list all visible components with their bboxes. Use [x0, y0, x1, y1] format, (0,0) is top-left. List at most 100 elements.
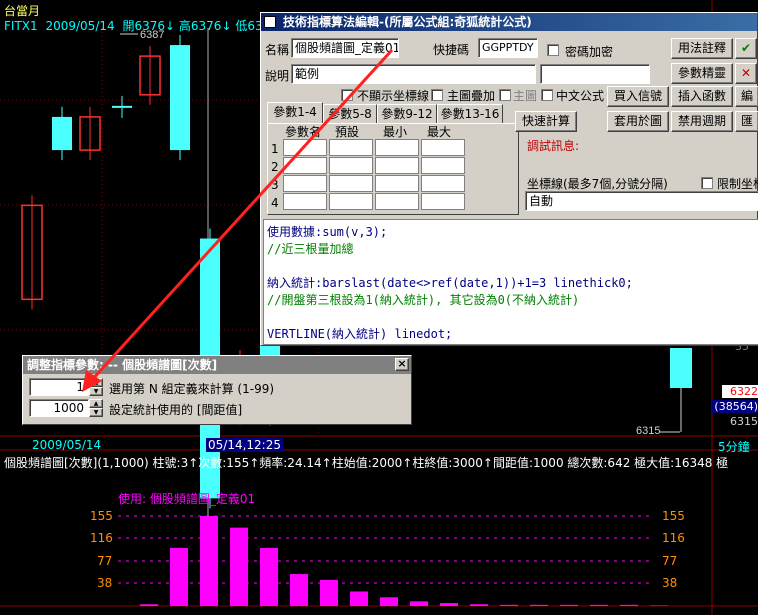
param-header-default: 預設: [335, 125, 360, 139]
spectrum-bar: [440, 603, 458, 606]
param-cell[interactable]: [329, 175, 373, 192]
insert-function-button[interactable]: 插入函數: [671, 86, 733, 107]
spectrum-bar: [290, 574, 308, 606]
main-overlay-checkbox[interactable]: [431, 89, 443, 101]
debug-label: 調試訊息:: [527, 139, 580, 153]
param-cell[interactable]: [329, 139, 373, 156]
cancel-button[interactable]: ✕: [735, 63, 757, 84]
y-tick-left-155: 155: [90, 509, 113, 523]
candle-body: [170, 45, 190, 151]
code-line-1: 使用數據:sum(v,3);: [267, 225, 388, 239]
interval-label[interactable]: 5分鐘: [718, 438, 750, 455]
param-cell[interactable]: [375, 157, 419, 174]
candle-body-right: [670, 348, 692, 388]
import-button[interactable]: 匯入: [735, 111, 758, 132]
param-interval-spin-down[interactable]: ▼: [89, 408, 103, 417]
code-editor[interactable]: 使用數據:sum(v,3); //近三根量加總 納入統計:barslast(da…: [263, 219, 758, 345]
param-cell[interactable]: [283, 175, 327, 192]
indicator-header: 個股頻譜圖[次數](1,1000) 柱號:3↑次數:155↑頻率:24.14↑柱…: [4, 456, 729, 470]
date-cursor: 05/14,12:25: [206, 438, 283, 452]
spectrum-bar: [170, 547, 188, 606]
editor-app-icon: [264, 16, 276, 28]
no-coord-checkbox[interactable]: [341, 89, 353, 101]
name-input[interactable]: 個股頻譜圖_定義01: [291, 38, 399, 58]
adjust-params-dialog: 調整指標參數: -- 個股頻譜圖[次數] × 1 ▲ ▼ 選用第 N 組定義來計…: [22, 355, 412, 425]
no-coord-label: 不顯示坐標線: [357, 89, 430, 103]
param-tabs: 參數1-4 參數5-8 參數9-12 參數13-16: [267, 102, 517, 123]
param-cell[interactable]: [283, 139, 327, 156]
disable-period-button[interactable]: 禁用週期: [671, 111, 733, 132]
row-num-1: 1: [271, 142, 279, 156]
y-tick-right-77: 77: [662, 554, 678, 568]
desc-input[interactable]: 範例: [291, 64, 536, 84]
main-overlay-label: 主圖疊加: [447, 89, 496, 103]
spectrum-bar: [560, 604, 578, 606]
param-cell[interactable]: [329, 157, 373, 174]
param-cell[interactable]: [375, 175, 419, 192]
param-wizard-button[interactable]: 參數精靈: [671, 63, 733, 84]
param-n-spin-down[interactable]: ▼: [89, 387, 103, 396]
candle-body: [112, 105, 132, 108]
param-header-max: 最大: [427, 125, 452, 139]
param-cell[interactable]: [421, 193, 465, 210]
param-cell[interactable]: [421, 139, 465, 156]
main-chart-label: 主圖: [513, 89, 538, 103]
right-price-6315: 6315: [730, 415, 758, 428]
param-cell[interactable]: [329, 193, 373, 210]
desc-input-extra[interactable]: [540, 64, 650, 84]
coord-input[interactable]: 自動: [525, 191, 758, 211]
right-volume: (38564): [712, 400, 758, 413]
param-cell[interactable]: [421, 175, 465, 192]
apply-chart-button[interactable]: 套用於圖: [607, 111, 669, 132]
param-n-spin-up[interactable]: ▲: [89, 378, 103, 387]
param-header-min: 最小: [383, 125, 408, 139]
params-close-button[interactable]: ×: [395, 358, 409, 371]
spectrum-bar: [590, 604, 608, 606]
param-interval-input[interactable]: 1000: [29, 399, 89, 417]
tab-params-5-8[interactable]: 參數5-8: [323, 104, 377, 123]
param-cell[interactable]: [421, 157, 465, 174]
main-chart-checkbox[interactable]: [499, 89, 511, 101]
param-cell[interactable]: [283, 193, 327, 210]
param-interval-spin-up[interactable]: ▲: [89, 399, 103, 408]
chinese-formula-checkbox[interactable]: [541, 89, 553, 101]
tab-params-9-12[interactable]: 參數9-12: [377, 104, 437, 123]
spectrum-bar: [350, 591, 368, 606]
param-cell[interactable]: [375, 193, 419, 210]
price-tag-6387: 6387: [140, 29, 164, 41]
tab-params-1-4[interactable]: 參數1-4: [267, 102, 323, 123]
editor-title: 技術指標算法編輯-(所屬公式組:奇狐統計公式): [283, 15, 532, 29]
params-titlebar[interactable]: 調整指標參數: -- 個股頻譜圖[次數] ×: [23, 356, 411, 374]
password-checkbox[interactable]: [547, 44, 559, 56]
ok-button[interactable]: ✔: [735, 38, 757, 59]
usage-button[interactable]: 用法註釋: [671, 38, 733, 59]
spectrum-bar: [140, 604, 158, 606]
code-line-2: //近三根量加總: [267, 242, 354, 256]
check-icon: ✔: [740, 41, 752, 55]
y-tick-right-116: 116: [662, 531, 685, 545]
shortcut-label: 快捷碼: [433, 43, 470, 57]
shortcut-input[interactable]: GGPPTDY: [478, 38, 538, 58]
close-x-icon: ✕: [740, 66, 752, 80]
name-label: 名稱: [265, 43, 290, 57]
limit-coord-checkbox[interactable]: [701, 177, 713, 189]
quick-calc-button[interactable]: 快速計算: [515, 111, 577, 132]
row-num-3: 3: [271, 178, 279, 192]
param-cell[interactable]: [283, 157, 327, 174]
param-n-input[interactable]: 1: [29, 378, 89, 396]
param-cell[interactable]: [375, 139, 419, 156]
tab-params-13-16[interactable]: 參數13-16: [437, 104, 503, 123]
code-line-5: //開盤第三根設為1(納入統計), 其它設為0(不納入統計): [267, 293, 580, 307]
param-interval-desc: 設定統計使用的 [間距值]: [109, 403, 243, 417]
buy-signal-button[interactable]: 買入信號: [607, 86, 669, 107]
spectrum-bar: [320, 579, 338, 606]
spectrum-bar: [470, 604, 488, 606]
editor-titlebar[interactable]: 技術指標算法編輯-(所屬公式組:奇狐統計公式): [261, 13, 757, 31]
code-line-7: VERTLINE(納入統計) linedot;: [267, 327, 453, 341]
edit-button[interactable]: 編輯: [735, 86, 758, 107]
chinese-formula-label: 中文公式: [556, 89, 605, 103]
indicator-label: 使用: 個股頻譜圖_定義01: [118, 492, 256, 506]
spectrum-bar: [650, 605, 668, 606]
param-n-desc: 選用第 N 組定義來計算 (1-99): [109, 382, 275, 396]
y-tick-lines: [118, 515, 650, 584]
